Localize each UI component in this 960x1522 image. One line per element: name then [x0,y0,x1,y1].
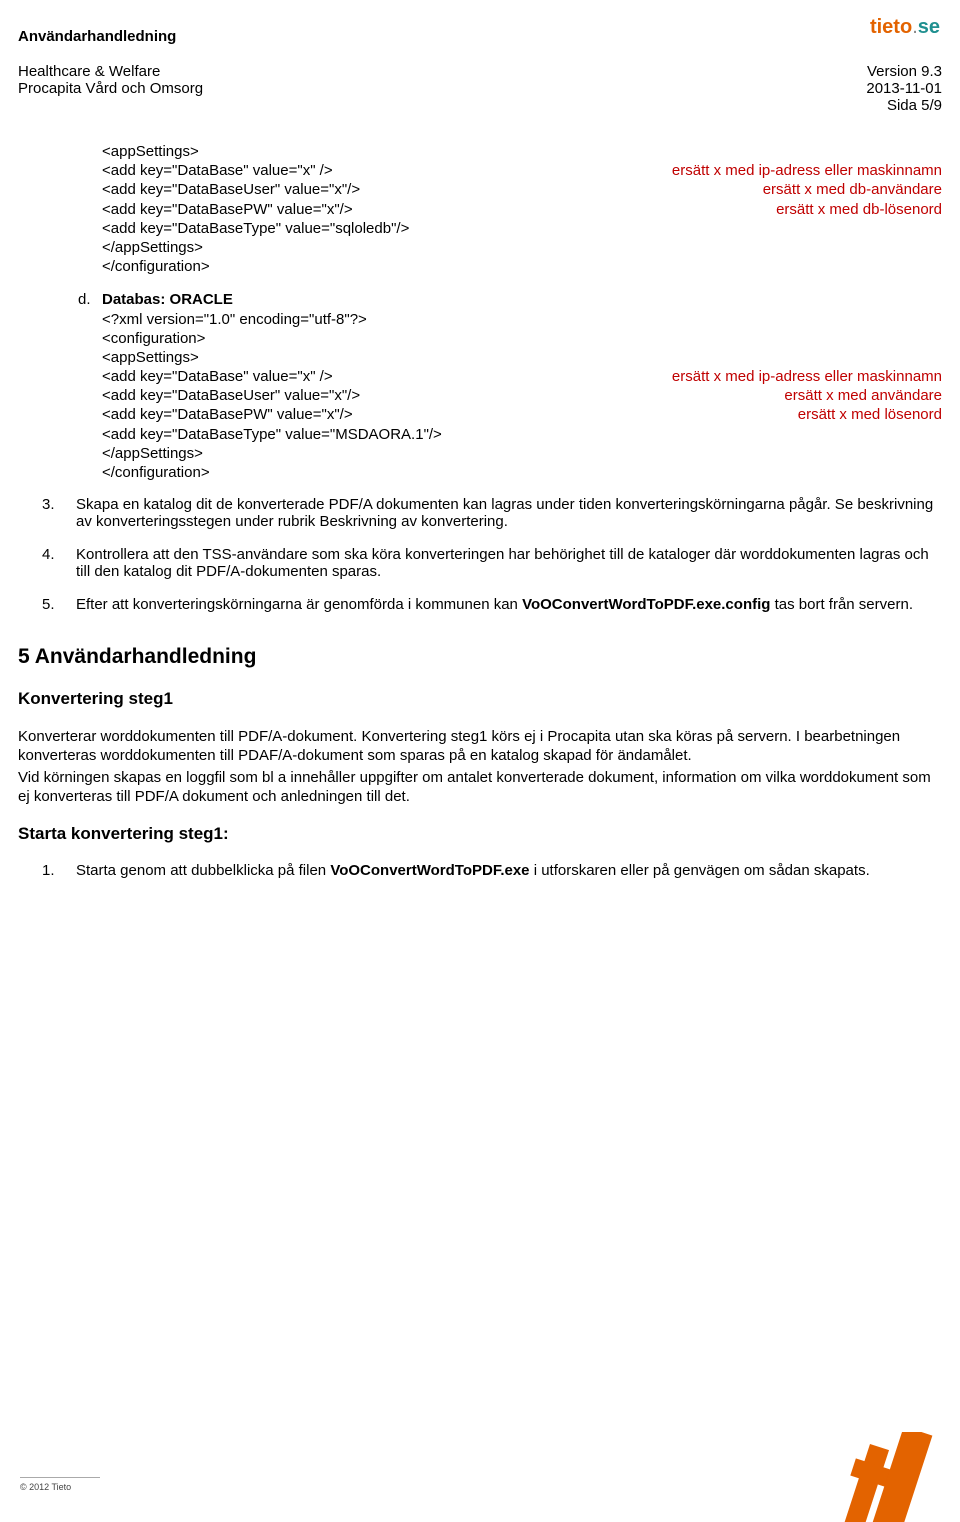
step-num: 5. [42,596,76,613]
cfg-comment: ersätt x med ip-adress eller maskinnamn [672,367,942,386]
step-text-c: i utforskaren eller på genvägen om sådan… [530,862,870,879]
cfg-line: <add key="DataBase" value="x" /> [102,367,333,386]
config-block-sqloledb: <appSettings> <add key="DataBase" value=… [78,142,942,276]
step-text-a: Starta genom att dubbelklicka på filen [76,862,330,879]
cfg-line: <add key="DataBaseType" value="MSDAORA.1… [102,425,942,444]
step-text-a: Efter att konverteringskörningarna är ge… [76,596,522,613]
cfg-line: <configuration> [102,329,942,348]
step-3: 3. Skapa en katalog dit de konverterade … [42,496,942,530]
doc-title: Användarhandledning [18,28,942,45]
cfg-comment: ersätt x med användare [784,386,942,405]
step-4: 4. Kontrollera att den TSS-användare som… [42,546,942,580]
cfg-line: <add key="DataBase" value="x" /> [102,161,333,180]
step-text-bold: VoOConvertWordToPDF.exe [330,862,529,879]
config-block-oracle: d. Databas: ORACLE <?xml version="1.0" e… [78,290,942,482]
step-num: 4. [42,546,76,580]
step-text: Kontrollera att den TSS-användare som sk… [76,546,942,580]
cfg-line: <appSettings> [102,142,942,161]
list-letter: d. [78,290,102,309]
cfg-line: <appSettings> [102,348,942,367]
header-right-2: 2013-11-01 [866,80,942,97]
cfg-comment: ersätt x med lösenord [798,405,942,424]
cfg-line: <add key="DataBaseUser" value="x"/> [102,386,360,405]
cfg-line: <add key="DataBaseType" value="sqloledb"… [102,219,942,238]
logo: tieto.se [870,16,940,39]
step-text-c: tas bort från servern. [770,596,913,613]
header-right-3: Sida 5/9 [887,97,942,114]
section-5-sub2: Starta konvertering steg1: [18,824,942,844]
header-left-2: Procapita Vård och Omsorg [18,80,203,97]
cfg-line: </appSettings> [102,444,942,463]
cfg-line: <add key="DataBaseUser" value="x"/> [102,180,360,199]
cfg-comment: ersätt x med ip-adress eller maskinnamn [672,161,942,180]
cfg-comment: ersätt x med db-lösenord [776,200,942,219]
cfg-line: </configuration> [102,257,942,276]
cfg-comment: ersätt x med db-användare [763,180,942,199]
step-text-bold: VoOConvertWordToPDF.exe.config [522,596,770,613]
section-5-title: 5 Användarhandledning [18,645,942,669]
step-5: 5. Efter att konverteringskörningarna är… [42,596,942,613]
section-5-para1: Konverterar worddokumenten till PDF/A-do… [18,727,942,765]
cfg-line: </configuration> [102,463,942,482]
logo-main: tieto [870,16,912,38]
cfg-line: <add key="DataBasePW" value="x"/> [102,405,353,424]
footer-logo [760,1432,960,1522]
cfg-line: <add key="DataBasePW" value="x"/> [102,200,353,219]
header-left-1: Healthcare & Welfare [18,63,160,80]
config-block-title: Databas: ORACLE [102,290,233,309]
header-right-1: Version 9.3 [867,63,942,80]
section-5-step-1: 1. Starta genom att dubbelklicka på file… [18,862,942,879]
section-5-para2: Vid körningen skapas en loggfil som bl a… [18,768,942,806]
footer-copyright: © 2012 Tieto [20,1477,100,1492]
cfg-line: <?xml version="1.0" encoding="utf-8"?> [102,310,942,329]
step-text: Efter att konverteringskörningarna är ge… [76,596,942,613]
step-num: 1. [42,862,76,879]
step-num: 3. [42,496,76,530]
section-5-sub1: Konvertering steg1 [18,689,942,709]
step-text: Skapa en katalog dit de konverterade PDF… [76,496,942,530]
cfg-line: </appSettings> [102,238,942,257]
step-text: Starta genom att dubbelklicka på filen V… [76,862,942,879]
logo-tld: se [918,16,940,38]
